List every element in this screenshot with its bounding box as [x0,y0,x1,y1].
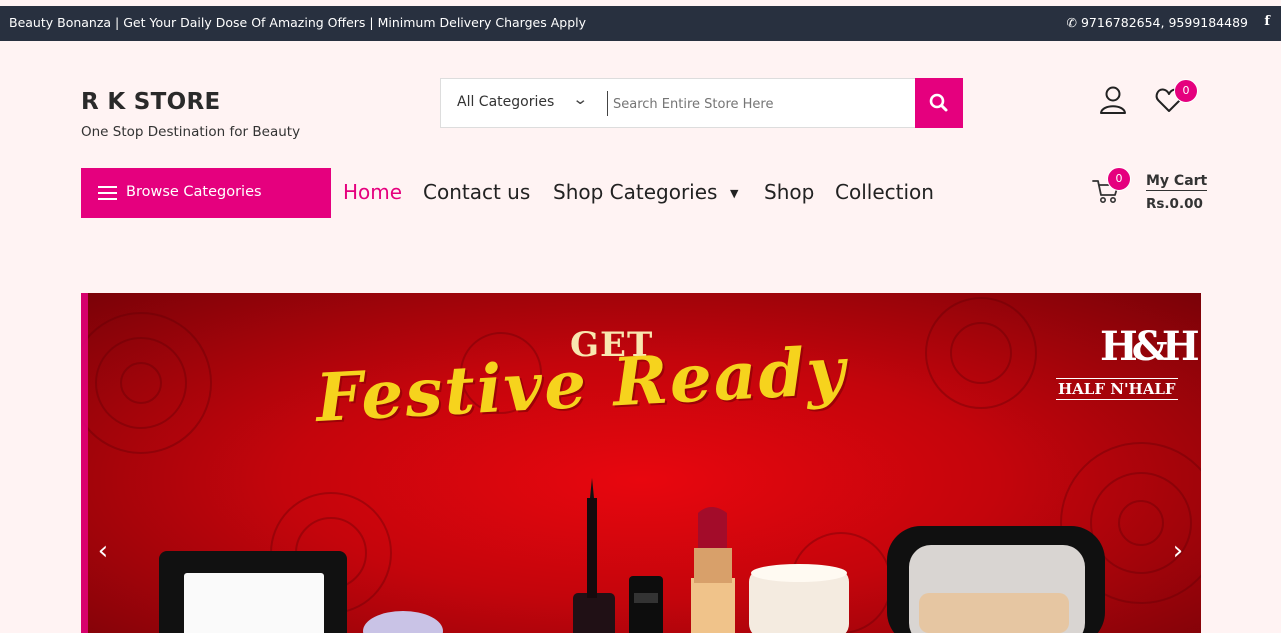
promo-text: Beauty Bonanza | Get Your Daily Dose Of … [9,15,586,30]
caret-down-icon[interactable]: ▼ [730,187,738,200]
browse-categories-button[interactable]: Browse Categories [81,168,331,218]
my-cart-link[interactable]: My Cart [1146,173,1208,191]
hamburger-menu-icon [98,186,117,200]
search-input[interactable] [613,92,913,116]
nav-collection[interactable]: Collection [835,180,934,204]
slider-next-arrow[interactable]: › [1166,536,1190,566]
phone-numbers: ✆ 9716782654, 9599184489 [1067,15,1248,30]
slider-prev-arrow[interactable]: ‹ [91,536,115,566]
chevron-down-icon[interactable]: ⌄ [572,90,588,108]
nav-home[interactable]: Home [343,180,402,204]
category-select[interactable]: All Categories [457,94,554,110]
wishlist-count-badge: 0 [1174,79,1198,103]
nav-shop-categories[interactable]: Shop Categories [553,180,717,204]
nav-shop[interactable]: Shop [764,180,814,204]
cosmetics-products-image [159,478,1105,633]
search-divider [607,91,608,116]
phone-text: 9716782654, 9599184489 [1080,15,1248,30]
search-button[interactable] [915,78,963,128]
cart-total: Rs.0.00 [1146,196,1203,212]
cart-count-badge: 0 [1107,167,1131,191]
phone-icon: ✆ [1066,15,1081,30]
browse-categories-label: Browse Categories [126,184,262,200]
hero-banner-slider[interactable]: GET Festive Ready H&H HALF N'HALF ‹ › [81,293,1201,633]
store-tagline: One Stop Destination for Beauty [81,124,301,140]
store-name[interactable]: R K STORE [81,89,220,115]
user-account-icon[interactable] [1099,85,1127,115]
search-icon [929,93,948,112]
search-bar: All Categories ⌄ [440,78,963,128]
facebook-icon[interactable]: f [1264,14,1270,29]
nav-contact-us[interactable]: Contact us [423,180,530,204]
top-bar: Beauty Bonanza | Get Your Daily Dose Of … [0,6,1281,41]
